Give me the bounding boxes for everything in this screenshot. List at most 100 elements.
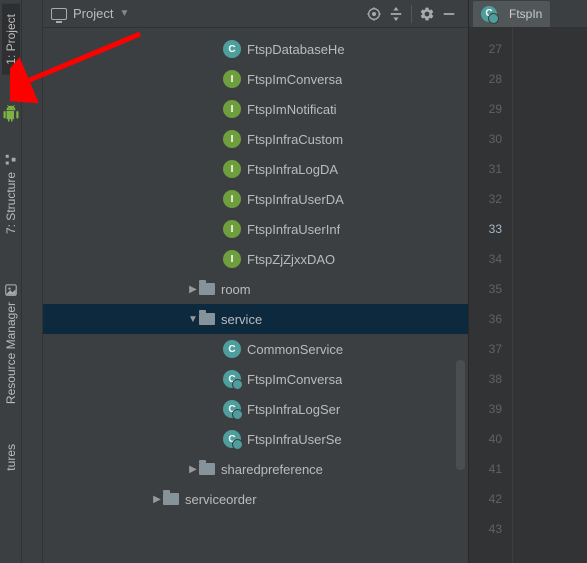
line-number[interactable]: 36 — [469, 304, 512, 334]
rail-tab-resource-manager[interactable]: Resource Manager — [2, 274, 20, 414]
rail-tab-structure[interactable]: 7: Structure — [2, 144, 20, 244]
rail-tab-label: tures — [4, 444, 18, 471]
line-number[interactable]: 32 — [469, 184, 512, 214]
tree-item-label: FtspImNotificati — [247, 102, 337, 117]
android-studio-icon — [2, 105, 20, 126]
interface-file-icon: I — [223, 100, 241, 118]
project-view-label: Project — [73, 6, 113, 21]
class-file-icon: C — [223, 400, 241, 418]
tree-item-label: room — [221, 282, 251, 297]
tree-folder[interactable]: ▶ room — [43, 274, 468, 304]
collapse-all-button[interactable] — [385, 3, 407, 25]
editor-tab-label: FtspIn — [509, 7, 542, 21]
interface-file-icon: I — [223, 190, 241, 208]
rail-tab-label: 7: Structure — [4, 172, 18, 234]
tree-item-label: FtspZjZjxxDAO — [247, 252, 335, 267]
rail-tab-label: Resource Manager — [4, 302, 18, 404]
interface-file-icon: I — [223, 250, 241, 268]
tree-folder[interactable]: ▼ service — [43, 304, 468, 334]
tree-item-label: service — [221, 312, 262, 327]
chevron-right-icon[interactable]: ▶ — [187, 464, 199, 475]
line-number[interactable]: 40 — [469, 424, 512, 454]
editor-gutter[interactable]: 2728293031323334353637383940414243 — [469, 28, 513, 563]
interface-file-icon: I — [223, 220, 241, 238]
rail-tab-captures[interactable]: tures — [2, 434, 20, 481]
scrollbar-thumb[interactable] — [456, 360, 465, 470]
tree-folder[interactable]: ▶ serviceorder — [43, 484, 468, 514]
settings-button[interactable] — [416, 3, 438, 25]
tree-item-label: FtspImConversa — [247, 372, 342, 387]
tree-item-label: FtspInfraLogSer — [247, 402, 340, 417]
folder-icon — [199, 313, 215, 325]
tree-file[interactable]: C FtspImConversa — [43, 364, 468, 394]
tree-file[interactable]: I FtspInfraUserInf — [43, 214, 468, 244]
class-file-icon: C — [223, 40, 241, 58]
chevron-down-icon[interactable]: ▼ — [187, 314, 199, 325]
project-tree[interactable]: C FtspDatabaseHe I FtspImConversa I FtspImNot… — [43, 28, 468, 563]
folder-icon — [163, 493, 179, 505]
tool-window-rail: 1: Project 7: Structure Resource Manager… — [0, 0, 22, 563]
locate-file-button[interactable] — [363, 3, 385, 25]
tree-file[interactable]: C FtspInfraUserSe — [43, 424, 468, 454]
line-number[interactable]: 28 — [469, 64, 512, 94]
editor-tab[interactable]: C FtspIn — [473, 1, 550, 27]
line-number[interactable]: 37 — [469, 334, 512, 364]
editor-area: C FtspIn 2728293031323334353637383940414… — [468, 0, 587, 563]
class-file-icon: C — [223, 340, 241, 358]
monitor-icon — [51, 8, 67, 20]
tree-item-label: FtspImConversa — [247, 72, 342, 87]
line-number[interactable]: 35 — [469, 274, 512, 304]
class-file-icon: C — [223, 370, 241, 388]
tree-item-label: sharedpreference — [221, 462, 323, 477]
tree-item-label: FtspDatabaseHe — [247, 42, 345, 57]
folder-icon — [199, 463, 215, 475]
tree-file[interactable]: C CommonService — [43, 334, 468, 364]
tree-item-label: FtspInfraCustom — [247, 132, 343, 147]
structure-icon — [4, 154, 18, 166]
tree-item-label: FtspInfraUserInf — [247, 222, 340, 237]
line-number[interactable]: 42 — [469, 484, 512, 514]
class-file-icon: C — [481, 6, 497, 22]
tree-file[interactable]: C FtspDatabaseHe — [43, 34, 468, 64]
folder-icon — [199, 283, 215, 295]
line-number[interactable]: 29 — [469, 94, 512, 124]
interface-file-icon: I — [223, 160, 241, 178]
tree-file[interactable]: I FtspInfraUserDA — [43, 184, 468, 214]
line-number[interactable]: 30 — [469, 124, 512, 154]
tree-item-label: CommonService — [247, 342, 343, 357]
chevron-right-icon[interactable]: ▶ — [151, 494, 163, 505]
editor-tab-bar: C FtspIn — [469, 0, 587, 28]
tree-item-label: FtspInfraUserDA — [247, 192, 344, 207]
resource-manager-icon — [4, 284, 18, 296]
project-panel-header: Project ▼ — [43, 0, 468, 28]
class-file-icon: C — [223, 430, 241, 448]
line-number[interactable]: 33 — [469, 214, 512, 244]
line-number[interactable]: 43 — [469, 514, 512, 544]
tree-file[interactable]: I FtspZjZjxxDAO — [43, 244, 468, 274]
tree-file[interactable]: I FtspImConversa — [43, 64, 468, 94]
hide-button[interactable] — [438, 3, 460, 25]
chevron-right-icon[interactable]: ▶ — [187, 284, 199, 295]
tree-item-label: FtspInfraUserSe — [247, 432, 342, 447]
line-number[interactable]: 39 — [469, 394, 512, 424]
line-number[interactable]: 34 — [469, 244, 512, 274]
line-number[interactable]: 41 — [469, 454, 512, 484]
interface-file-icon: I — [223, 130, 241, 148]
interface-file-icon: I — [223, 70, 241, 88]
tree-file[interactable]: C FtspInfraLogSer — [43, 394, 468, 424]
tree-file[interactable]: I FtspInfraCustom — [43, 124, 468, 154]
line-number[interactable]: 38 — [469, 364, 512, 394]
line-number[interactable]: 31 — [469, 154, 512, 184]
line-number[interactable]: 27 — [469, 34, 512, 64]
tree-item-label: FtspInfraLogDA — [247, 162, 338, 177]
chevron-down-icon: ▼ — [119, 8, 129, 19]
tree-file[interactable]: I FtspImNotificati — [43, 94, 468, 124]
project-tool-window: Project ▼ C FtspDatabaseHe I FtspImConversa… — [42, 0, 468, 563]
project-view-selector[interactable]: Project ▼ — [51, 6, 129, 21]
toolbar-separator — [411, 5, 412, 23]
tree-file[interactable]: I FtspInfraLogDA — [43, 154, 468, 184]
rail-tab-label: 1: Project — [4, 14, 18, 65]
rail-tab-project[interactable]: 1: Project — [2, 4, 20, 75]
tree-folder[interactable]: ▶ sharedpreference — [43, 454, 468, 484]
tree-item-label: serviceorder — [185, 492, 257, 507]
